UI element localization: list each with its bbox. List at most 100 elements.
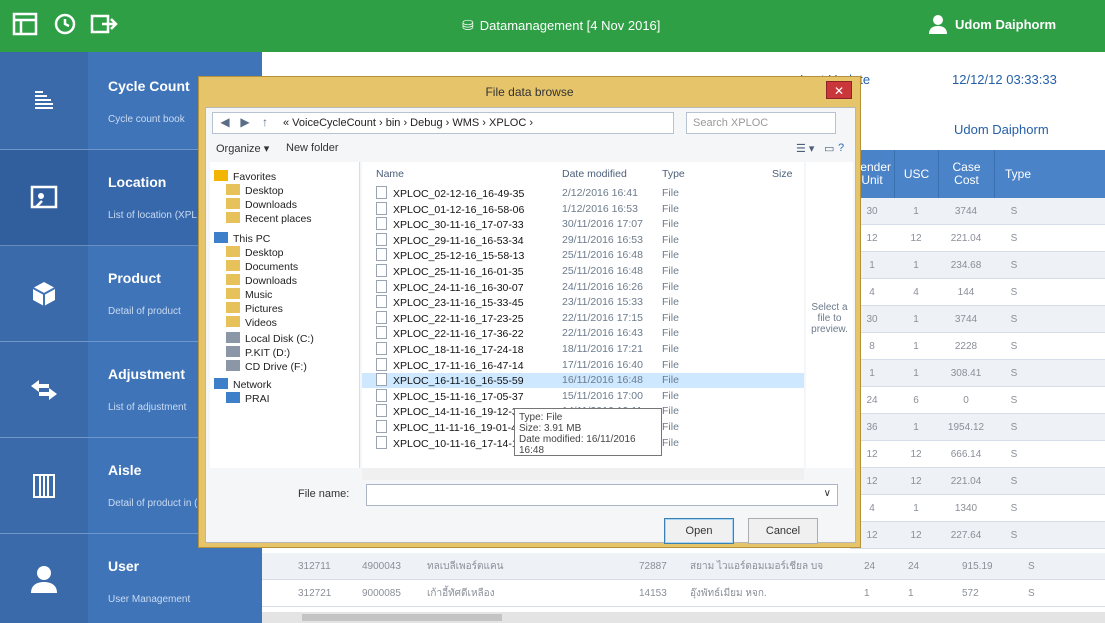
nav-item[interactable]: CD Drive (F:): [226, 360, 307, 373]
cell: S: [1010, 341, 1018, 352]
nav-item[interactable]: Desktop: [226, 184, 284, 197]
cell: S: [1010, 449, 1018, 460]
file-row[interactable]: XPLOC_30-11-16_17-07-33 30/11/2016 17:07 F…: [362, 217, 804, 232]
search-input[interactable]: Search XPLOC: [686, 112, 836, 134]
cell: S: [1010, 530, 1018, 541]
file-row[interactable]: XPLOC_23-11-16_15-33-45 23/11/2016 15:33 F…: [362, 295, 804, 310]
table-row[interactable]: 30 1 3744 S: [850, 198, 1105, 225]
cell: S: [1010, 368, 1018, 379]
nav-item[interactable]: Recent places: [226, 212, 312, 225]
cell: อุ๊งพัทธ์เมียม หจก.: [690, 588, 767, 599]
table-row[interactable]: 24 6 0 S: [850, 387, 1105, 414]
cell: S: [1010, 233, 1018, 244]
box-icon: [0, 246, 88, 341]
cell: 221.04: [950, 233, 982, 244]
logout-icon[interactable]: [90, 12, 120, 40]
scrollbar-thumb[interactable]: [302, 614, 502, 621]
history-icon[interactable]: [50, 12, 80, 40]
file-date: 18/11/2016 17:21: [562, 343, 643, 355]
file-row[interactable]: XPLOC_02-12-16_16-49-35 2/12/2016 16:41 Fi…: [362, 186, 804, 201]
user-name[interactable]: Udom Daiphorm: [955, 17, 1056, 32]
col-header-usc[interactable]: USC: [894, 150, 938, 198]
nav-item-label: Pictures: [245, 303, 283, 315]
cell: 72887: [639, 561, 667, 572]
table-row[interactable]: 12 12 221.04 S: [850, 225, 1105, 252]
table-row[interactable]: 312711 4900043 ทลเบลีเพอร์ตแคน 72887 สยา…: [262, 553, 1105, 580]
file-type: File: [662, 202, 679, 215]
file-list-scrollbar[interactable]: [362, 468, 804, 480]
table-row[interactable]: 12 12 666.14 S: [850, 441, 1105, 468]
nav-item[interactable]: Videos: [226, 316, 277, 329]
nav-item[interactable]: Desktop: [226, 246, 284, 259]
view-icon[interactable]: ☰ ▾: [796, 142, 814, 155]
col-type[interactable]: Type: [662, 168, 685, 180]
folder-icon: [226, 184, 240, 195]
nav-item[interactable]: Favorites: [214, 170, 276, 183]
file-date: 25/11/2016 16:48: [562, 249, 643, 262]
file-row[interactable]: XPLOC_17-11-16_16-47-14 17/11/2016 16:40 F…: [362, 358, 804, 373]
help-icon[interactable]: ?: [838, 142, 844, 154]
table-row[interactable]: 30 1 3744 S: [850, 306, 1105, 333]
file-row[interactable]: XPLOC_01-12-16_16-58-06 1/12/2016 16:53 Fi…: [362, 202, 804, 217]
file-date: 23/11/2016 15:33: [562, 296, 643, 309]
nav-item[interactable]: Documents: [226, 260, 298, 273]
file-row[interactable]: XPLOC_24-11-16_16-30-07 24/11/2016 16:26 F…: [362, 280, 804, 295]
app-title-text: Datamanagement [4 Nov 2016]: [479, 18, 661, 33]
col-header-type[interactable]: Type: [994, 150, 1105, 198]
table-row[interactable]: 8 1 2228 S: [850, 333, 1105, 360]
file-row[interactable]: XPLOC_15-11-16_17-05-37 15/11/2016 17:00 F…: [362, 389, 804, 404]
table-row[interactable]: 12 12 221.04 S: [850, 468, 1105, 495]
nav-item[interactable]: Pictures: [226, 302, 283, 315]
up-icon[interactable]: ↑: [256, 112, 274, 132]
file-row[interactable]: XPLOC_25-11-16_16-01-35 25/11/2016 16:48 F…: [362, 264, 804, 279]
nav-item[interactable]: Music: [226, 288, 272, 301]
table-row[interactable]: 1 1 234.68 S: [850, 252, 1105, 279]
table-row[interactable]: 312721 9000085 เก้าอี้ทัศดีเหลือง 14153 …: [262, 580, 1105, 607]
cancel-button[interactable]: Cancel: [748, 518, 818, 544]
horizontal-scrollbar[interactable]: [262, 612, 1105, 623]
nav-item[interactable]: Local Disk (C:): [226, 332, 314, 345]
nav-item[interactable]: This PC: [214, 232, 270, 245]
nav-item[interactable]: Downloads: [226, 274, 297, 287]
nav-item[interactable]: P.KIT (D:): [226, 346, 290, 359]
forward-icon[interactable]: ▶: [236, 112, 254, 132]
close-icon[interactable]: ✕: [826, 81, 852, 99]
address-bar[interactable]: « VoiceCycleCount › bin › Debug › WMS › …: [212, 112, 674, 134]
col-name[interactable]: Name: [376, 168, 404, 180]
file-type: File: [662, 218, 679, 231]
cell: เก้าอี้ทัศดีเหลือง: [427, 588, 495, 599]
table-row[interactable]: 1 1 308.41 S: [850, 360, 1105, 387]
table-icon[interactable]: [10, 12, 40, 40]
col-header-case-cost[interactable]: Case Cost: [938, 150, 994, 198]
nav-item[interactable]: PRAI: [226, 392, 270, 405]
cell: S: [1010, 503, 1018, 514]
file-type: File: [662, 280, 679, 293]
table-row[interactable]: 12 12 227.64 S: [850, 522, 1105, 549]
file-row[interactable]: XPLOC_25-12-16_15-58-13 25/11/2016 16:48 F…: [362, 248, 804, 263]
cell: 915.19: [962, 561, 993, 572]
table-row[interactable]: 4 1 1340 S: [850, 495, 1105, 522]
col-size[interactable]: Size: [772, 168, 792, 180]
sidebar-item-title: Cycle Count: [108, 78, 190, 94]
cell: 227.64: [950, 530, 982, 541]
organize-button[interactable]: Organize ▾: [216, 142, 269, 155]
nav-item[interactable]: Network: [214, 378, 272, 391]
pane-icon[interactable]: ▭: [824, 142, 834, 155]
table-row[interactable]: 4 4 144 S: [850, 279, 1105, 306]
table-row[interactable]: 36 1 1954.12 S: [850, 414, 1105, 441]
file-row[interactable]: XPLOC_29-11-16_16-53-34 29/11/2016 16:53 F…: [362, 233, 804, 248]
col-date[interactable]: Date modified: [562, 168, 627, 180]
open-button[interactable]: Open: [664, 518, 734, 544]
new-folder-button[interactable]: New folder: [286, 142, 339, 154]
file-name-input[interactable]: ∨: [366, 484, 838, 506]
back-icon[interactable]: ◀: [216, 112, 234, 132]
file-row[interactable]: XPLOC_16-11-16_16-55-59 16/11/2016 16:48 F…: [362, 373, 804, 389]
nav-item[interactable]: Downloads: [226, 198, 297, 211]
cell: 1: [913, 260, 919, 271]
file-row[interactable]: XPLOC_22-11-16_17-23-25 22/11/2016 17:15 F…: [362, 311, 804, 326]
file-name-label: File name:: [298, 488, 350, 500]
file-row[interactable]: XPLOC_22-11-16_17-36-22 22/11/2016 16:43 F…: [362, 326, 804, 341]
chevron-down-icon[interactable]: ∨: [824, 488, 831, 499]
file-name: XPLOC_11-11-16_19-01-48: [376, 420, 523, 436]
file-row[interactable]: XPLOC_18-11-16_17-24-18 18/11/2016 17:21 F…: [362, 342, 804, 357]
